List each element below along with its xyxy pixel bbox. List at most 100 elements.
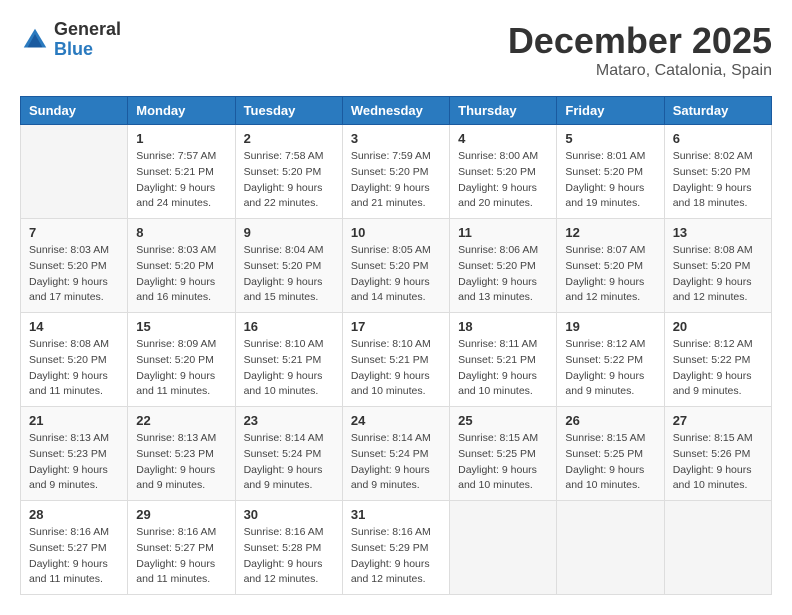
calendar-cell: 19Sunrise: 8:12 AMSunset: 5:22 PMDayligh…	[557, 313, 664, 407]
day-number: 25	[458, 413, 548, 428]
day-number: 7	[29, 225, 119, 240]
day-number: 29	[136, 507, 226, 522]
month-title: December 2025	[508, 20, 772, 62]
weekday-header-wednesday: Wednesday	[342, 97, 449, 125]
week-row-1: 1 Sunrise: 7:57 AMSunset: 5:21 PMDaylight…	[21, 125, 772, 219]
day-number: 2	[244, 131, 334, 146]
calendar-cell: 15Sunrise: 8:09 AMSunset: 5:20 PMDayligh…	[128, 313, 235, 407]
calendar-cell: 10 Sunrise: 8:05 AMSunset: 5:20 PMDayligh…	[342, 219, 449, 313]
location-title: Mataro, Catalonia, Spain	[508, 62, 772, 80]
calendar-cell: 11 Sunrise: 8:06 AMSunset: 5:20 PMDayligh…	[450, 219, 557, 313]
day-number: 30	[244, 507, 334, 522]
day-info: Sunrise: 7:57 AMSunset: 5:21 PMDaylight:…	[136, 149, 226, 212]
day-info: Sunrise: 8:12 AMSunset: 5:22 PMDaylight:…	[673, 337, 763, 400]
calendar-cell: 9 Sunrise: 8:04 AMSunset: 5:20 PMDaylight…	[235, 219, 342, 313]
day-number: 4	[458, 131, 548, 146]
logo-icon	[20, 25, 50, 55]
calendar-cell: 27 Sunrise: 8:15 AMSunset: 5:26 PMDayligh…	[664, 407, 771, 501]
calendar-cell: 29 Sunrise: 8:16 AMSunset: 5:27 PMDayligh…	[128, 501, 235, 595]
weekday-header-monday: Monday	[128, 97, 235, 125]
calendar-cell: 4 Sunrise: 8:00 AMSunset: 5:20 PMDaylight…	[450, 125, 557, 219]
day-number: 15	[136, 319, 226, 334]
calendar-cell: 24Sunrise: 8:14 AMSunset: 5:24 PMDayligh…	[342, 407, 449, 501]
day-info: Sunrise: 8:13 AMSunset: 5:23 PMDaylight:…	[29, 431, 119, 494]
page-header: General Blue December 2025 Mataro, Catal…	[20, 20, 772, 80]
calendar-cell: 28 Sunrise: 8:16 AMSunset: 5:27 PMDayligh…	[21, 501, 128, 595]
day-info: Sunrise: 8:03 AMSunset: 5:20 PMDaylight:…	[29, 243, 119, 306]
day-number: 1	[136, 131, 226, 146]
logo-blue-text: Blue	[54, 40, 121, 60]
day-number: 6	[673, 131, 763, 146]
day-number: 20	[673, 319, 763, 334]
calendar-cell: 22Sunrise: 8:13 AMSunset: 5:23 PMDayligh…	[128, 407, 235, 501]
day-number: 14	[29, 319, 119, 334]
day-info: Sunrise: 8:03 AMSunset: 5:20 PMDaylight:…	[136, 243, 226, 306]
weekday-header-row: SundayMondayTuesdayWednesdayThursdayFrid…	[21, 97, 772, 125]
day-info: Sunrise: 8:14 AMSunset: 5:24 PMDaylight:…	[244, 431, 334, 494]
weekday-header-saturday: Saturday	[664, 97, 771, 125]
day-info: Sunrise: 8:15 AMSunset: 5:25 PMDaylight:…	[458, 431, 548, 494]
calendar-cell: 20 Sunrise: 8:12 AMSunset: 5:22 PMDayligh…	[664, 313, 771, 407]
day-info: Sunrise: 7:59 AMSunset: 5:20 PMDaylight:…	[351, 149, 441, 212]
day-number: 17	[351, 319, 441, 334]
day-number: 27	[673, 413, 763, 428]
day-info: Sunrise: 8:14 AMSunset: 5:24 PMDaylight:…	[351, 431, 441, 494]
logo-general-text: General	[54, 20, 121, 40]
logo: General Blue	[20, 20, 121, 60]
calendar-cell: 25 Sunrise: 8:15 AMSunset: 5:25 PMDayligh…	[450, 407, 557, 501]
day-info: Sunrise: 8:10 AMSunset: 5:21 PMDaylight:…	[244, 337, 334, 400]
calendar-cell: 31Sunrise: 8:16 AMSunset: 5:29 PMDayligh…	[342, 501, 449, 595]
weekday-header-thursday: Thursday	[450, 97, 557, 125]
day-number: 12	[565, 225, 655, 240]
calendar-cell: 26Sunrise: 8:15 AMSunset: 5:25 PMDayligh…	[557, 407, 664, 501]
calendar-cell	[557, 501, 664, 595]
day-number: 10	[351, 225, 441, 240]
day-number: 11	[458, 225, 548, 240]
week-row-4: 21 Sunrise: 8:13 AMSunset: 5:23 PMDayligh…	[21, 407, 772, 501]
day-number: 21	[29, 413, 119, 428]
calendar-cell: 5Sunrise: 8:01 AMSunset: 5:20 PMDaylight…	[557, 125, 664, 219]
day-number: 16	[244, 319, 334, 334]
day-number: 23	[244, 413, 334, 428]
day-info: Sunrise: 8:16 AMSunset: 5:27 PMDaylight:…	[136, 525, 226, 588]
day-number: 9	[244, 225, 334, 240]
day-info: Sunrise: 8:16 AMSunset: 5:28 PMDaylight:…	[244, 525, 334, 588]
day-info: Sunrise: 8:08 AMSunset: 5:20 PMDaylight:…	[673, 243, 763, 306]
day-info: Sunrise: 8:06 AMSunset: 5:20 PMDaylight:…	[458, 243, 548, 306]
day-number: 13	[673, 225, 763, 240]
week-row-5: 28 Sunrise: 8:16 AMSunset: 5:27 PMDayligh…	[21, 501, 772, 595]
calendar-cell: 13 Sunrise: 8:08 AMSunset: 5:20 PMDayligh…	[664, 219, 771, 313]
title-block: December 2025 Mataro, Catalonia, Spain	[508, 20, 772, 80]
day-number: 5	[565, 131, 655, 146]
day-info: Sunrise: 8:00 AMSunset: 5:20 PMDaylight:…	[458, 149, 548, 212]
day-number: 3	[351, 131, 441, 146]
calendar-cell: 6 Sunrise: 8:02 AMSunset: 5:20 PMDaylight…	[664, 125, 771, 219]
day-info: Sunrise: 7:58 AMSunset: 5:20 PMDaylight:…	[244, 149, 334, 212]
day-info: Sunrise: 8:04 AMSunset: 5:20 PMDaylight:…	[244, 243, 334, 306]
day-info: Sunrise: 8:05 AMSunset: 5:20 PMDaylight:…	[351, 243, 441, 306]
calendar-cell	[21, 125, 128, 219]
day-info: Sunrise: 8:16 AMSunset: 5:27 PMDaylight:…	[29, 525, 119, 588]
weekday-header-sunday: Sunday	[21, 97, 128, 125]
day-info: Sunrise: 8:16 AMSunset: 5:29 PMDaylight:…	[351, 525, 441, 588]
weekday-header-friday: Friday	[557, 97, 664, 125]
day-info: Sunrise: 8:11 AMSunset: 5:21 PMDaylight:…	[458, 337, 548, 400]
calendar-cell: 18 Sunrise: 8:11 AMSunset: 5:21 PMDayligh…	[450, 313, 557, 407]
calendar-cell: 12Sunrise: 8:07 AMSunset: 5:20 PMDayligh…	[557, 219, 664, 313]
day-info: Sunrise: 8:12 AMSunset: 5:22 PMDaylight:…	[565, 337, 655, 400]
day-number: 18	[458, 319, 548, 334]
weekday-header-tuesday: Tuesday	[235, 97, 342, 125]
day-number: 26	[565, 413, 655, 428]
calendar-table: SundayMondayTuesdayWednesdayThursdayFrid…	[20, 96, 772, 595]
day-info: Sunrise: 8:02 AMSunset: 5:20 PMDaylight:…	[673, 149, 763, 212]
day-number: 8	[136, 225, 226, 240]
day-number: 28	[29, 507, 119, 522]
week-row-2: 7 Sunrise: 8:03 AMSunset: 5:20 PMDaylight…	[21, 219, 772, 313]
day-info: Sunrise: 8:15 AMSunset: 5:26 PMDaylight:…	[673, 431, 763, 494]
calendar-cell: 21 Sunrise: 8:13 AMSunset: 5:23 PMDayligh…	[21, 407, 128, 501]
calendar-cell: 3 Sunrise: 7:59 AMSunset: 5:20 PMDaylight…	[342, 125, 449, 219]
calendar-cell: 7 Sunrise: 8:03 AMSunset: 5:20 PMDaylight…	[21, 219, 128, 313]
calendar-cell: 23 Sunrise: 8:14 AMSunset: 5:24 PMDayligh…	[235, 407, 342, 501]
calendar-cell: 17Sunrise: 8:10 AMSunset: 5:21 PMDayligh…	[342, 313, 449, 407]
day-info: Sunrise: 8:08 AMSunset: 5:20 PMDaylight:…	[29, 337, 119, 400]
